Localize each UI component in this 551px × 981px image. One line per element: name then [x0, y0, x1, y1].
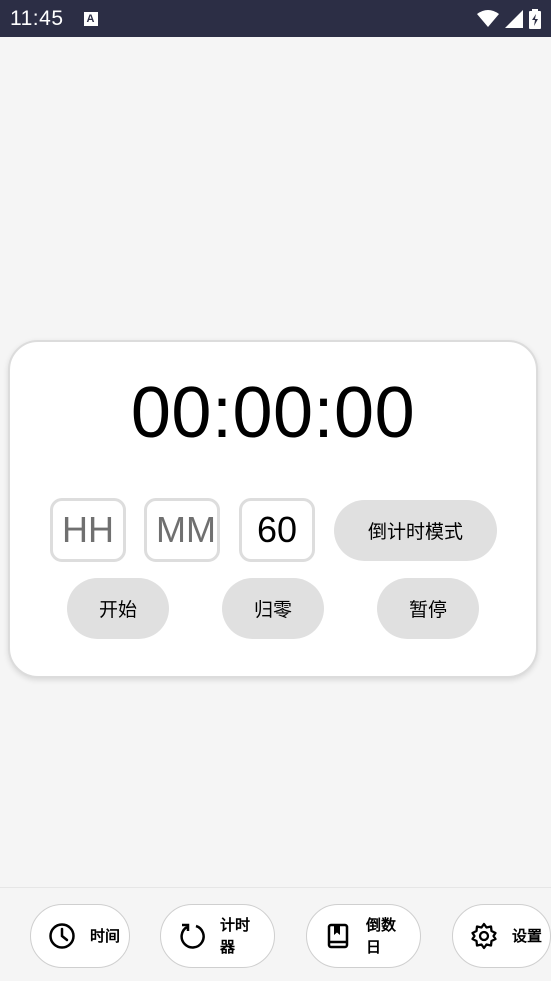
battery-icon	[529, 8, 541, 29]
bottom-navigation: 时间 计时器 倒数日 设置	[0, 887, 551, 981]
status-bar: 11:45 A	[0, 0, 551, 37]
start-button[interactable]: 开始	[67, 578, 169, 639]
refresh-icon	[178, 922, 206, 950]
nav-label-time: 时间	[90, 927, 121, 945]
reset-button[interactable]: 归零	[222, 578, 324, 639]
nav-item-countdown[interactable]: 倒数日	[306, 904, 421, 968]
nav-label-settings: 设置	[512, 927, 543, 945]
timer-card: 00:00:00 倒计时模式 开始 归零 暂停	[8, 340, 538, 678]
seconds-input[interactable]	[239, 498, 315, 562]
book-icon	[324, 922, 352, 950]
nav-item-time[interactable]: 时间	[30, 904, 130, 968]
nav-label-stopwatch: 计时器	[220, 916, 251, 956]
minutes-input[interactable]	[144, 498, 220, 562]
pause-button[interactable]: 暂停	[377, 578, 479, 639]
nav-label-countdown: 倒数日	[366, 916, 397, 956]
wifi-icon	[477, 9, 499, 27]
countdown-mode-button[interactable]: 倒计时模式	[334, 500, 497, 561]
clock-icon	[48, 922, 76, 950]
status-icons	[477, 8, 541, 29]
status-time: 11:45	[10, 6, 64, 30]
nav-item-settings[interactable]: 设置	[452, 904, 551, 968]
notification-icon: A	[83, 11, 98, 26]
timer-display: 00:00:00	[130, 373, 416, 453]
nav-item-stopwatch[interactable]: 计时器	[160, 904, 275, 968]
hours-input[interactable]	[50, 498, 126, 562]
gear-icon	[470, 922, 498, 950]
signal-icon	[505, 9, 523, 28]
